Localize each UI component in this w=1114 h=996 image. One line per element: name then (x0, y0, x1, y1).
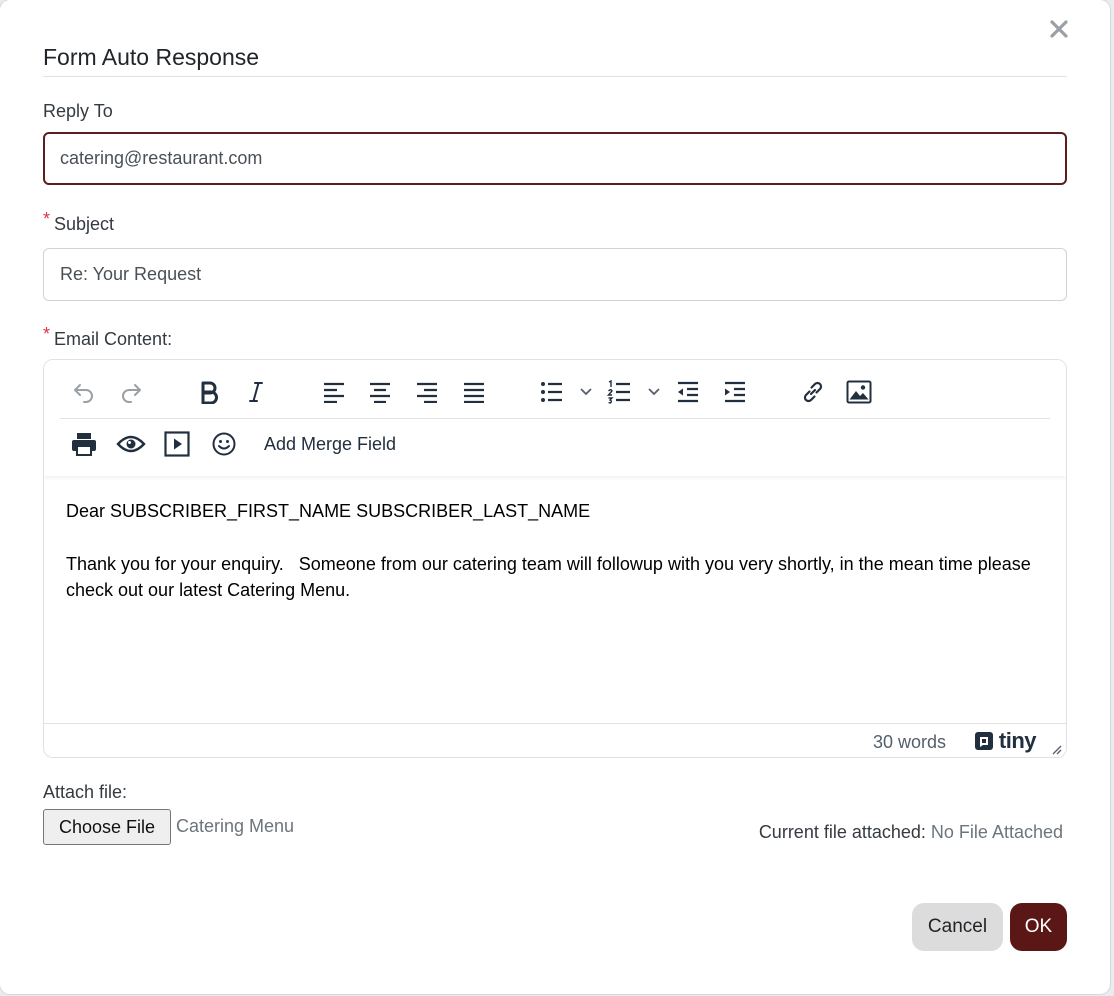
ok-button[interactable]: OK (1010, 903, 1067, 951)
numbered-list-dropdown[interactable] (640, 372, 668, 412)
editor-statusbar: 30 words tiny (44, 723, 1066, 757)
toolbar-divider (60, 418, 1050, 419)
align-right-button[interactable] (409, 372, 445, 412)
close-icon (1050, 20, 1068, 38)
selected-file-name: Catering Menu (176, 816, 295, 836)
tiny-logo-icon (974, 732, 993, 750)
indent-button[interactable] (717, 372, 753, 412)
undo-button[interactable] (66, 372, 102, 412)
required-marker: * (43, 324, 51, 344)
attach-file-label: Attach file: (43, 782, 128, 802)
chevron-down-icon (580, 388, 592, 396)
print-button[interactable] (66, 424, 102, 464)
print-icon (72, 433, 96, 456)
subject-label: * Subject (43, 209, 115, 235)
redo-button[interactable] (113, 372, 149, 412)
reply-to-input[interactable] (43, 132, 1067, 185)
toolbar-row-secondary: Add Merge Field (44, 424, 1066, 466)
preview-button[interactable] (113, 424, 149, 464)
align-center-button[interactable] (362, 372, 398, 412)
chevron-down-icon (648, 388, 660, 396)
numbered-list-icon (607, 380, 630, 404)
outdent-icon (678, 381, 698, 403)
bold-icon (201, 381, 218, 404)
title-divider (43, 76, 1067, 77)
content-greeting: Dear SUBSCRIBER_FIRST_NAME SUBSCRIBER_LA… (66, 501, 591, 521)
required-marker: * (43, 209, 51, 229)
align-right-icon (417, 382, 437, 403)
current-file-value: No File Attached (930, 822, 1063, 842)
align-justify-button[interactable] (456, 372, 492, 412)
align-left-icon (324, 382, 344, 403)
emoji-icon (212, 432, 236, 456)
current-file-status: Current file attached: No File Attached (759, 822, 1063, 843)
auto-response-modal: Form Auto Response Reply To *Subject *Em… (0, 0, 1110, 994)
outdent-button[interactable] (670, 372, 706, 412)
numbered-list-button[interactable] (601, 372, 637, 412)
add-merge-field-label: Add Merge Field (263, 433, 397, 454)
email-content-label: * Email Content: (43, 324, 173, 350)
bullet-list-icon (541, 382, 562, 402)
tiny-brand-text: tiny (998, 728, 1037, 753)
redo-icon (122, 384, 141, 403)
toolbar-row-primary (44, 372, 1066, 414)
resize-handle-icon[interactable] (1050, 743, 1062, 755)
italic-button[interactable] (238, 372, 274, 412)
link-button[interactable] (795, 372, 831, 412)
bullet-list-dropdown[interactable] (572, 372, 600, 412)
word-count[interactable]: 30 words (873, 732, 946, 753)
link-icon (803, 381, 823, 403)
preview-icon (116, 435, 146, 453)
editor-content-area[interactable]: Dear SUBSCRIBER_FIRST_NAME SUBSCRIBER_LA… (66, 498, 1046, 603)
subject-label-text: Subject (54, 214, 115, 234)
media-button[interactable] (159, 424, 195, 464)
editor-toolbar: Add Merge Field (44, 360, 1066, 476)
image-icon (846, 380, 872, 404)
bullet-list-button[interactable] (534, 372, 570, 412)
image-button[interactable] (841, 372, 877, 412)
undo-icon (74, 384, 93, 403)
align-center-icon (370, 382, 390, 403)
emoji-button[interactable] (206, 424, 242, 464)
rich-text-editor[interactable]: Add Merge Field Dear SUBSCRIBER_FIRST_NA… (43, 359, 1067, 758)
current-file-label: Current file attached: (758, 822, 926, 842)
modal-title: Form Auto Response (43, 44, 260, 70)
align-justify-icon (464, 382, 484, 403)
subject-input[interactable] (43, 248, 1067, 301)
close-button[interactable] (1046, 16, 1072, 42)
media-icon (164, 431, 190, 457)
tiny-brand-link[interactable]: tiny (973, 728, 1037, 754)
bold-button[interactable] (191, 372, 227, 412)
content-body: Thank you for your enquiry. Someone from… (66, 554, 1036, 600)
align-left-button[interactable] (316, 372, 352, 412)
italic-icon (249, 382, 263, 402)
cancel-button[interactable]: Cancel (912, 903, 1003, 951)
email-content-label-text: Email Content: (54, 329, 173, 349)
add-merge-field-button[interactable]: Add Merge Field (256, 424, 404, 464)
reply-to-label: Reply To (43, 101, 113, 121)
choose-file-button[interactable]: Choose File (43, 809, 171, 845)
indent-icon (725, 381, 745, 403)
